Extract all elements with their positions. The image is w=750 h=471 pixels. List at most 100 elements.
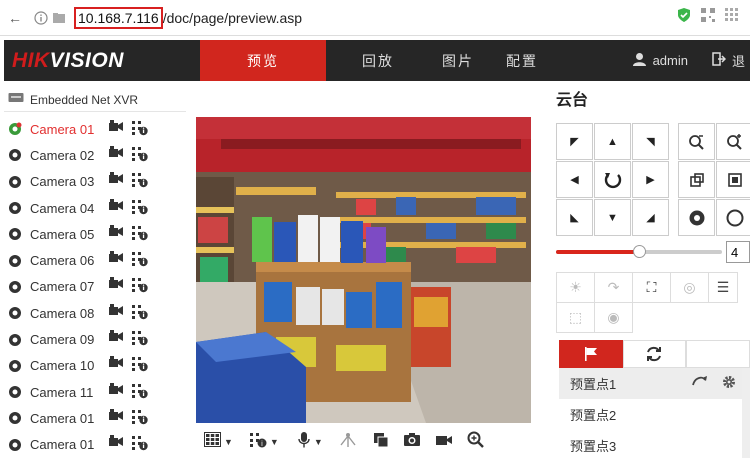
iris-open-button[interactable] <box>678 199 715 236</box>
stream-icon[interactable] <box>132 199 148 218</box>
ptz-down-right-button[interactable]: ◢ <box>632 199 669 236</box>
record-icon[interactable] <box>108 408 124 428</box>
preset-item[interactable]: 预置点2 <box>559 399 750 430</box>
record-icon[interactable] <box>108 172 124 191</box>
camera-item[interactable]: Camera 08 <box>4 300 186 326</box>
stream-icon[interactable] <box>132 330 148 349</box>
zoom-out-button[interactable] <box>678 123 715 160</box>
camera-item[interactable]: Camera 01 <box>4 116 186 142</box>
stream-icon[interactable] <box>132 225 148 244</box>
camera-item[interactable]: Camera 10 <box>4 353 186 379</box>
lens-init-button[interactable]: ⬚ <box>556 302 595 333</box>
camera-item[interactable]: Camera 11 <box>4 379 186 405</box>
tab-patrol[interactable] <box>622 340 687 368</box>
iris-close-button[interactable] <box>716 199 750 236</box>
ptz-speed-value[interactable]: 4 <box>726 241 750 263</box>
focus-near-button[interactable] <box>678 161 715 198</box>
slider-knob[interactable] <box>633 245 646 258</box>
camera-item[interactable]: Camera 01 <box>4 405 186 431</box>
record-icon[interactable] <box>108 119 124 139</box>
logout-label-partial[interactable]: 退 <box>732 51 746 70</box>
camera-item[interactable]: Camera 09 <box>4 326 186 352</box>
stream-icon[interactable] <box>132 120 148 139</box>
stream-icon[interactable] <box>132 251 148 270</box>
gear-icon[interactable] <box>722 375 736 392</box>
grid-icon[interactable] <box>724 7 740 28</box>
ptz-up-button[interactable]: ▲ <box>594 123 631 160</box>
record-icon[interactable] <box>435 433 453 452</box>
manual-track-button[interactable]: ◉ <box>594 302 633 333</box>
shield-icon[interactable] <box>676 7 692 28</box>
record-icon[interactable] <box>108 145 124 165</box>
digital-zoom-icon[interactable] <box>339 432 357 453</box>
camera-item[interactable]: Camera 04 <box>4 195 186 221</box>
qr-code-icon[interactable] <box>700 7 716 28</box>
record-icon[interactable] <box>108 224 124 244</box>
camera-item[interactable]: Camera 02 <box>4 142 186 168</box>
preset-item[interactable]: 预置点3 <box>559 430 750 461</box>
stream-icon[interactable] <box>132 435 148 454</box>
camera-item[interactable]: Camera 05 <box>4 221 186 247</box>
stop-all-icon[interactable] <box>373 432 389 453</box>
camera-item[interactable]: Camera 03 <box>4 169 186 195</box>
light-button[interactable]: ☀ <box>556 272 595 303</box>
preset-scrollbar[interactable] <box>742 368 750 458</box>
menu-button[interactable]: ☰ <box>708 272 738 303</box>
tab-pattern[interactable] <box>686 340 750 368</box>
record-icon[interactable] <box>108 330 124 349</box>
url-host[interactable]: 10.168.7.116 <box>74 6 163 29</box>
ptz-up-left-button[interactable]: ◤ <box>556 123 593 160</box>
tab-pictures[interactable]: 图片 <box>422 40 494 81</box>
ptz-left-button[interactable]: ◀ <box>556 161 593 198</box>
stream-icon[interactable] <box>132 304 148 323</box>
record-icon[interactable] <box>108 251 124 270</box>
stream-icon[interactable] <box>132 277 148 296</box>
preset-item[interactable]: 预置点1 <box>559 368 750 399</box>
camera-item[interactable]: Camera 06 <box>4 247 186 273</box>
record-icon[interactable] <box>108 198 124 218</box>
camera-name: Camera 01 <box>30 437 95 453</box>
info-icon[interactable] <box>32 9 50 27</box>
record-icon[interactable] <box>108 356 124 375</box>
tab-playback[interactable]: 回放 <box>342 40 414 81</box>
logout-icon[interactable] <box>712 52 727 69</box>
capture-icon[interactable] <box>403 432 421 452</box>
live-video-view[interactable] <box>196 117 531 423</box>
layout-button[interactable]: ▼ <box>204 432 233 452</box>
ptz-down-button[interactable]: ▼ <box>594 199 631 236</box>
audio-button[interactable]: ▼ <box>297 431 323 454</box>
device-root[interactable]: Embedded Net XVR <box>4 88 186 112</box>
url-path[interactable]: /doc/page/preview.asp <box>163 10 302 26</box>
tab-config[interactable]: 配置 <box>494 40 550 81</box>
record-icon[interactable] <box>108 277 124 296</box>
flag-icon <box>584 347 597 361</box>
stream-icon[interactable] <box>132 356 148 375</box>
focus-far-button[interactable] <box>716 161 750 198</box>
ptz-up-right-button[interactable]: ◥ <box>632 123 669 160</box>
record-icon[interactable] <box>108 435 124 454</box>
3d-position-button[interactable]: ⛶ <box>632 272 671 303</box>
record-icon[interactable] <box>108 382 124 402</box>
back-icon[interactable]: ← <box>6 9 24 27</box>
zoom-in-button[interactable] <box>716 123 750 160</box>
ptz-auto-scan-button[interactable] <box>594 161 631 198</box>
tab-preview[interactable]: 预览 <box>200 40 326 81</box>
stream-icon[interactable] <box>132 383 148 402</box>
menu-icon: ☰ <box>716 279 730 295</box>
username[interactable]: admin <box>653 53 688 68</box>
one-touch-focus-button[interactable]: ◎ <box>670 272 709 303</box>
camera-item[interactable]: Camera 07 <box>4 274 186 300</box>
stream-icon[interactable] <box>132 146 148 165</box>
stream-icon[interactable] <box>132 409 148 428</box>
goto-preset-icon[interactable] <box>692 375 708 392</box>
ptz-down-left-button[interactable]: ◣ <box>556 199 593 236</box>
camera-item[interactable]: Camera 01 <box>4 432 186 458</box>
tab-presets[interactable] <box>559 340 623 368</box>
stream-button[interactable]: i ▼ <box>249 432 279 453</box>
ptz-speed-slider[interactable] <box>556 245 722 258</box>
ptz-right-button[interactable]: ▶ <box>632 161 669 198</box>
zoom-in-icon[interactable] <box>467 431 484 453</box>
stream-icon[interactable] <box>132 172 148 191</box>
wiper-button[interactable]: ↷ <box>594 272 633 303</box>
record-icon[interactable] <box>108 303 124 323</box>
